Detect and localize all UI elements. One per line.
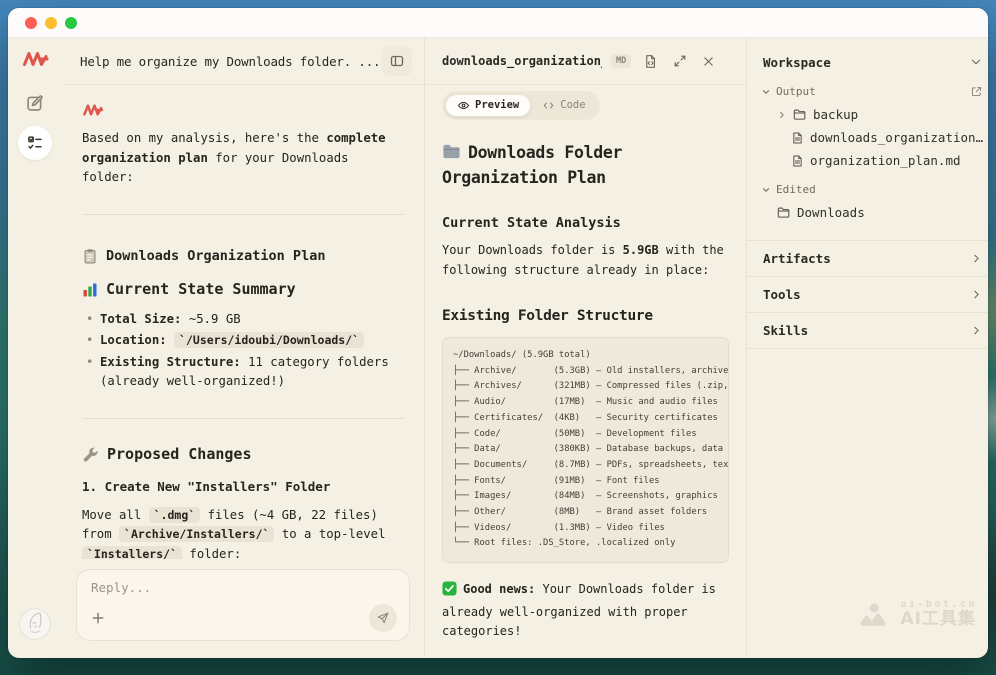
close-icon <box>702 55 715 68</box>
chevron-right-icon <box>970 252 983 265</box>
watermark-line2: AI工具集 <box>900 610 977 629</box>
analysis-paragraph: Your Downloads folder is 5.9GB with the … <box>442 241 729 280</box>
close-preview-button[interactable] <box>699 55 718 68</box>
list-item: Existing Structure: 11 category folders … <box>82 353 404 392</box>
file-preview-panel: downloads_organization_pl… MD <box>425 38 747 657</box>
plan-heading: Downloads Organization Plan <box>82 247 404 267</box>
chat-header: Help me organize my Downloads folder. ..… <box>62 38 424 85</box>
reply-box <box>76 569 410 641</box>
reply-input[interactable] <box>91 580 397 595</box>
chevron-right-icon <box>777 110 787 120</box>
code-icon <box>542 99 555 112</box>
file-icon <box>791 131 804 145</box>
expand-icon <box>673 54 687 68</box>
app-window: Help me organize my Downloads folder. ..… <box>8 8 988 658</box>
chat-title: Help me organize my Downloads folder. ..… <box>80 54 382 69</box>
proposed-changes-heading: Proposed Changes <box>82 445 404 465</box>
workspace-group-edited: Edited Downloads <box>747 178 988 224</box>
send-button[interactable] <box>369 604 397 632</box>
workspace-title: Workspace <box>763 55 831 70</box>
workspace-group-output: Output backup <box>747 80 988 172</box>
new-chat-button[interactable] <box>18 86 52 120</box>
eye-icon <box>457 99 470 112</box>
step-heading: 1. Create New "Installers" Folder <box>82 477 404 497</box>
file-icon <box>791 154 804 168</box>
toggle-panel-button[interactable] <box>382 46 412 76</box>
minimize-window-button[interactable] <box>45 17 57 29</box>
section-skills[interactable]: Skills <box>747 312 988 349</box>
summary-heading: Current State Summary <box>82 280 404 300</box>
chat-panel: Help me organize my Downloads folder. ..… <box>62 38 425 657</box>
open-external-icon[interactable] <box>970 85 983 98</box>
workspace-header[interactable]: Workspace <box>747 38 988 80</box>
good-news-paragraph: Good news: Your Downloads folder is alre… <box>442 580 729 642</box>
list-item: Location: `/Users/idoubi/Downloads/` <box>82 331 404 351</box>
zoom-window-button[interactable] <box>65 17 77 29</box>
view-source-button[interactable] <box>640 54 661 69</box>
tab-preview[interactable]: Preview <box>445 94 531 117</box>
document-title: Downloads Folder Organization Plan <box>442 141 729 189</box>
list-item: Total Size: ~5.9 GB <box>82 310 404 330</box>
folder-icon <box>793 108 807 121</box>
chevron-down-icon <box>969 55 983 69</box>
wrench-icon <box>82 446 99 463</box>
workspace-panel: Workspace Output <box>747 38 988 657</box>
assistant-logo-icon <box>82 103 404 117</box>
analysis-heading: Current State Analysis <box>442 215 729 231</box>
section-tools[interactable]: Tools <box>747 276 988 312</box>
divider <box>82 418 404 419</box>
panel-toggle-icon <box>389 53 405 69</box>
chat-messages: Based on my analysis, here's the complet… <box>62 85 424 559</box>
folder-icon <box>442 143 461 160</box>
workspace-item-downloads[interactable]: Downloads <box>747 201 988 224</box>
titlebar <box>8 8 988 38</box>
workspace-item-file[interactable]: organization_plan.md <box>747 149 988 172</box>
divider <box>82 214 404 215</box>
document-body: Downloads Folder Organization Plan Curre… <box>425 125 746 657</box>
structure-heading: Existing Folder Structure <box>442 308 729 324</box>
preview-tab-bar: Preview Code <box>425 85 746 125</box>
section-artifacts[interactable]: Artifacts <box>747 240 988 276</box>
clipboard-icon <box>82 248 98 264</box>
chevron-down-icon <box>761 185 771 195</box>
folder-tree-code-block: ~/Downloads/ (5.9GB total) ├── Archive/ … <box>442 337 729 563</box>
app-logo-icon <box>22 50 49 68</box>
file-code-icon <box>643 54 658 69</box>
icon-rail <box>8 38 62 657</box>
watermark-logo-icon <box>852 601 892 628</box>
bar-chart-icon <box>82 282 98 298</box>
preview-header: downloads_organization_pl… MD <box>425 38 746 85</box>
folder-icon <box>777 206 791 219</box>
tasks-list-button[interactable] <box>18 126 52 160</box>
assistant-intro: Based on my analysis, here's the complet… <box>82 129 404 188</box>
workspace-item-backup[interactable]: backup <box>747 103 988 126</box>
chevron-right-icon <box>970 288 983 301</box>
tab-code[interactable]: Code <box>531 95 596 116</box>
markdown-badge: MD <box>611 54 631 68</box>
workspace-item-file[interactable]: downloads_organization… <box>747 126 988 149</box>
workspace-sections: Artifacts Tools Skills <box>747 240 988 349</box>
chevron-down-icon <box>761 87 771 97</box>
check-mark-icon <box>442 581 457 596</box>
watermark: ai-bot.cn AI工具集 <box>852 599 977 629</box>
move-paragraph: Move all `.dmg` files (~4 GB, 22 files) … <box>82 506 404 560</box>
output-group-row[interactable]: Output <box>747 80 988 103</box>
chevron-right-icon <box>970 324 983 337</box>
user-avatar[interactable] <box>20 609 50 639</box>
attach-button[interactable] <box>91 611 105 625</box>
expand-button[interactable] <box>670 54 690 68</box>
close-window-button[interactable] <box>25 17 37 29</box>
plus-icon <box>91 611 105 625</box>
send-icon <box>376 611 390 625</box>
summary-list: Total Size: ~5.9 GB Location: `/Users/id… <box>82 310 404 392</box>
edited-group-row[interactable]: Edited <box>747 178 988 201</box>
preview-filename: downloads_organization_pl… <box>442 54 602 68</box>
